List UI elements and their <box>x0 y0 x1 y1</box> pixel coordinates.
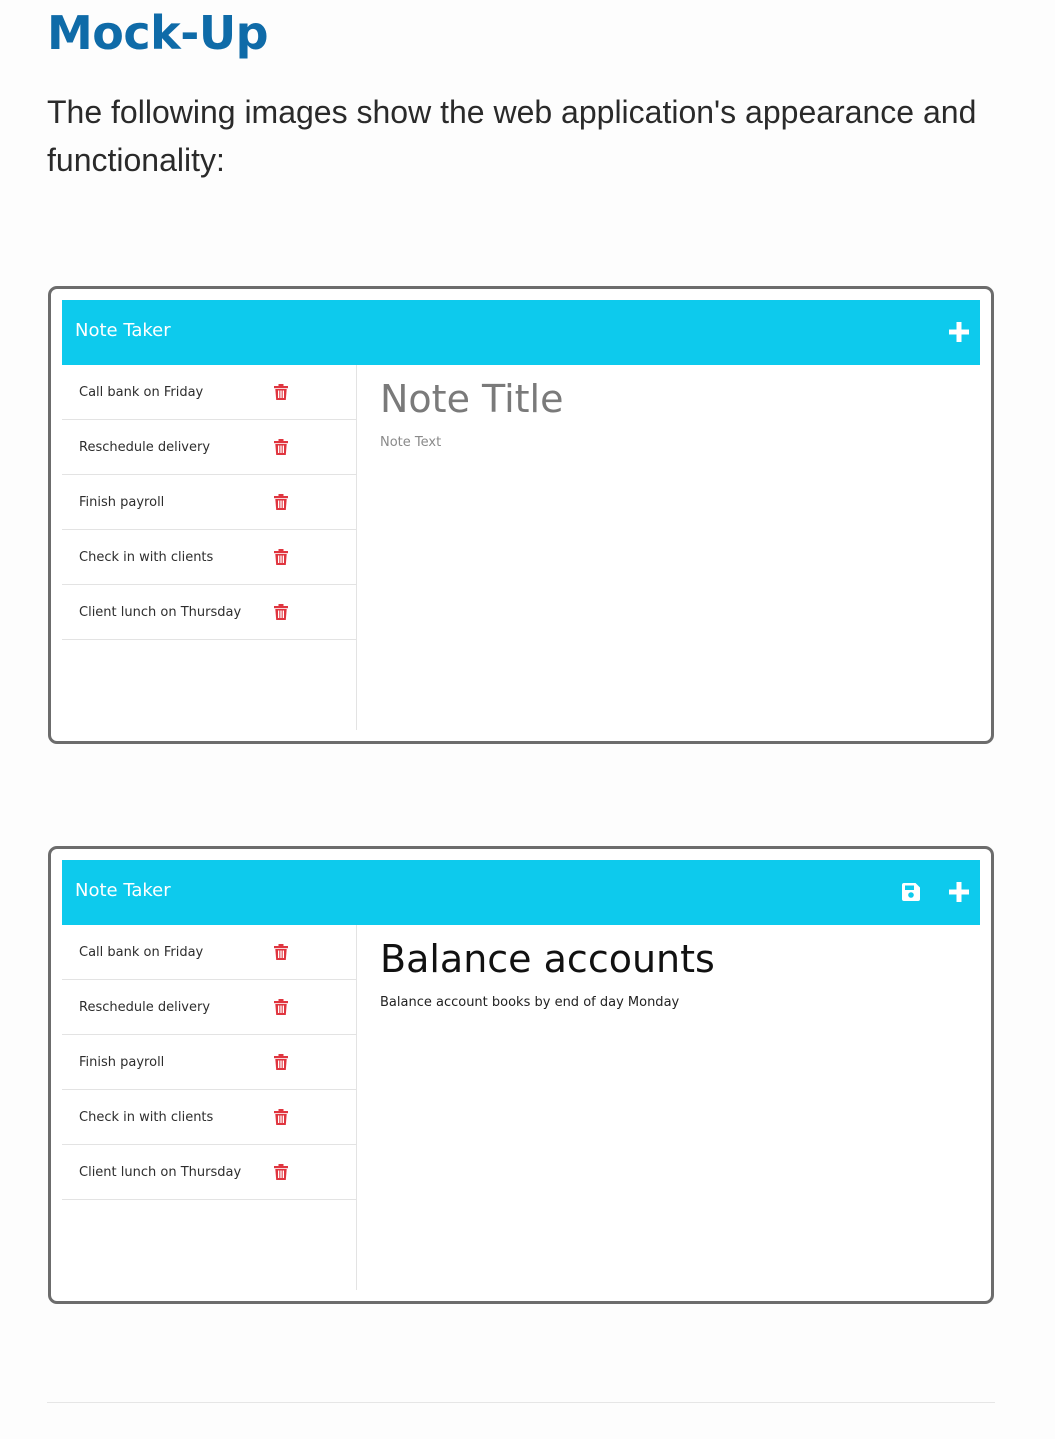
horizontal-divider <box>47 1402 995 1403</box>
list-item[interactable]: Reschedule delivery <box>62 980 356 1035</box>
list-item[interactable]: Finish payroll <box>62 475 356 530</box>
list-item[interactable]: Client lunch on Thursday <box>62 1145 356 1200</box>
note-item-title: Check in with clients <box>79 549 214 565</box>
trash-icon[interactable] <box>274 494 288 510</box>
trash-icon[interactable] <box>274 1109 288 1125</box>
trash-icon[interactable] <box>274 944 288 960</box>
note-item-title: Call bank on Friday <box>79 944 204 960</box>
note-item-title: Reschedule delivery <box>79 999 211 1015</box>
note-editor: Balance accounts Balance account books b… <box>380 925 980 1290</box>
trash-icon[interactable] <box>274 1164 288 1180</box>
list-item[interactable]: Check in with clients <box>62 530 356 585</box>
note-title-input[interactable]: Note Title <box>380 377 563 421</box>
list-item[interactable]: Call bank on Friday <box>62 925 356 980</box>
trash-icon[interactable] <box>274 604 288 620</box>
list-item[interactable]: Client lunch on Thursday <box>62 585 356 640</box>
trash-icon[interactable] <box>274 439 288 455</box>
list-item[interactable]: Check in with clients <box>62 1090 356 1145</box>
mockup-screenshot-2: Note Taker Call bank on Friday Reschedul… <box>48 846 994 1304</box>
note-title-input[interactable]: Balance accounts <box>380 937 715 981</box>
page-heading: Mock-Up <box>47 6 269 60</box>
navbar-brand[interactable]: Note Taker <box>75 880 171 901</box>
trash-icon[interactable] <box>274 1054 288 1070</box>
note-list: Call bank on Friday Reschedule delivery … <box>62 365 357 730</box>
note-item-title: Check in with clients <box>79 1109 214 1125</box>
note-text-input[interactable]: Balance account books by end of day Mond… <box>380 995 679 1010</box>
list-item[interactable]: Finish payroll <box>62 1035 356 1090</box>
navbar: Note Taker <box>62 860 980 925</box>
note-editor: Note Title Note Text <box>380 365 980 730</box>
plus-icon[interactable] <box>944 877 974 907</box>
trash-icon[interactable] <box>274 549 288 565</box>
note-taker-app: Note Taker Call bank on Friday Reschedul… <box>62 860 980 1290</box>
note-text-input[interactable]: Note Text <box>380 435 441 450</box>
save-icon[interactable] <box>896 877 926 907</box>
trash-icon[interactable] <box>274 999 288 1015</box>
note-item-title: Call bank on Friday <box>79 384 204 400</box>
mockup-screenshot-1: Note Taker Call bank on Friday Reschedul… <box>48 286 994 744</box>
plus-icon[interactable] <box>944 317 974 347</box>
list-item[interactable]: Call bank on Friday <box>62 365 356 420</box>
trash-icon[interactable] <box>274 384 288 400</box>
navbar: Note Taker <box>62 300 980 365</box>
note-item-title: Finish payroll <box>79 1054 165 1070</box>
note-item-title: Reschedule delivery <box>79 439 211 455</box>
intro-paragraph: The following images show the web applic… <box>47 94 977 178</box>
note-taker-app: Note Taker Call bank on Friday Reschedul… <box>62 300 980 730</box>
note-item-title: Finish payroll <box>79 494 165 510</box>
note-item-title: Client lunch on Thursday <box>79 1164 242 1180</box>
note-list: Call bank on Friday Reschedule delivery … <box>62 925 357 1290</box>
list-item[interactable]: Reschedule delivery <box>62 420 356 475</box>
navbar-brand[interactable]: Note Taker <box>75 320 171 341</box>
note-item-title: Client lunch on Thursday <box>79 604 242 620</box>
